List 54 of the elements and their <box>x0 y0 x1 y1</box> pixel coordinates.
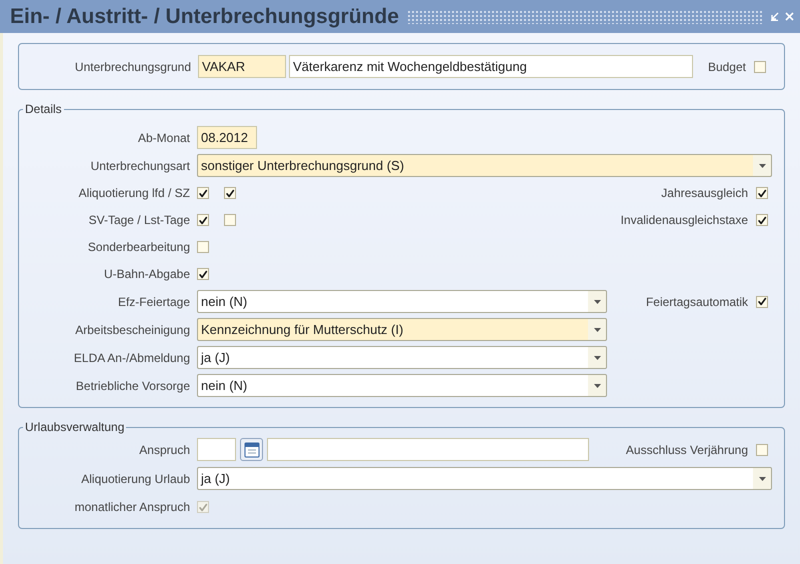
checkbox[interactable] <box>754 60 766 72</box>
field-label: ELDA An-/Abmeldung <box>72 350 191 366</box>
restore-icon[interactable] <box>770 12 779 21</box>
field-label: Unterbrechungsart <box>90 158 191 174</box>
caret-icon <box>594 384 600 388</box>
input-field[interactable]: VAKAR <box>198 55 286 78</box>
field-label: Anspruch <box>138 442 191 458</box>
caret-icon <box>594 356 600 360</box>
field-label: Aliquotierung lfd / SZ <box>78 185 191 202</box>
caret-icon <box>594 328 600 332</box>
checkbox[interactable] <box>756 214 768 226</box>
field-label: monatlicher Anspruch <box>74 499 191 516</box>
dropdown[interactable]: Kennzeichnung für Mutterschutz (I) <box>197 318 607 341</box>
checkbox[interactable] <box>224 214 236 226</box>
dropdown[interactable]: sonstiger Unterbrechungsgrund (S) <box>197 154 772 177</box>
checkbox[interactable] <box>197 187 209 199</box>
checkbox-label: Budget <box>708 58 746 76</box>
dropdown[interactable]: ja (J) <box>197 467 772 490</box>
dropdown[interactable]: nein (N) <box>197 290 607 313</box>
field-label: SV-Tage / Lst-Tage <box>88 212 191 229</box>
dropdown[interactable]: nein (N) <box>197 374 607 397</box>
field-label: Arbeitsbescheinigung <box>74 322 191 338</box>
group-title: Details <box>24 101 63 118</box>
checkbox[interactable] <box>756 444 768 456</box>
field-label: Ab-Monat <box>136 130 191 146</box>
field-label: Betriebliche Vorsorge <box>74 378 191 394</box>
field-label: U-Bahn-Abgabe <box>102 266 191 283</box>
checkbox-label: Feiertagsautomatik <box>646 294 748 310</box>
input-field[interactable] <box>197 438 236 461</box>
checkbox[interactable] <box>224 187 236 199</box>
caret-icon <box>758 164 766 168</box>
checkbox-label: Invalidenausgleichstaxe <box>620 212 748 229</box>
checkbox[interactable] <box>197 241 209 253</box>
input-field[interactable] <box>267 438 589 461</box>
input-field[interactable]: Väterkarenz mit Wochengeldbestätigung <box>289 55 693 78</box>
caret-icon <box>594 300 600 304</box>
input-field[interactable]: 08.2012 <box>197 126 257 149</box>
checkbox[interactable] <box>756 187 768 199</box>
calendar-button[interactable] <box>240 438 263 461</box>
caret-icon <box>758 476 766 480</box>
window-title: Ein- / Austritt- / Unterbrechungsgründe <box>10 4 399 30</box>
field-label: Sonderbearbeitung <box>86 239 191 256</box>
checkbox-label: Ausschluss Verjährung <box>626 442 748 458</box>
field-label: Aliquotierung Urlaub <box>80 470 191 488</box>
calendar-icon <box>244 442 260 458</box>
checkbox[interactable] <box>756 296 768 308</box>
checkbox[interactable] <box>197 214 209 226</box>
group-title: Urlaubsverwaltung <box>24 419 126 436</box>
close-icon[interactable] <box>785 12 794 21</box>
field-label: Efz-Feiertage <box>116 294 191 310</box>
dropdown[interactable]: ja (J) <box>197 346 607 369</box>
checkbox-label: Jahresausgleich <box>661 185 748 202</box>
field-label: Unterbrechungsgrund <box>74 58 192 76</box>
checkbox[interactable] <box>197 268 209 280</box>
